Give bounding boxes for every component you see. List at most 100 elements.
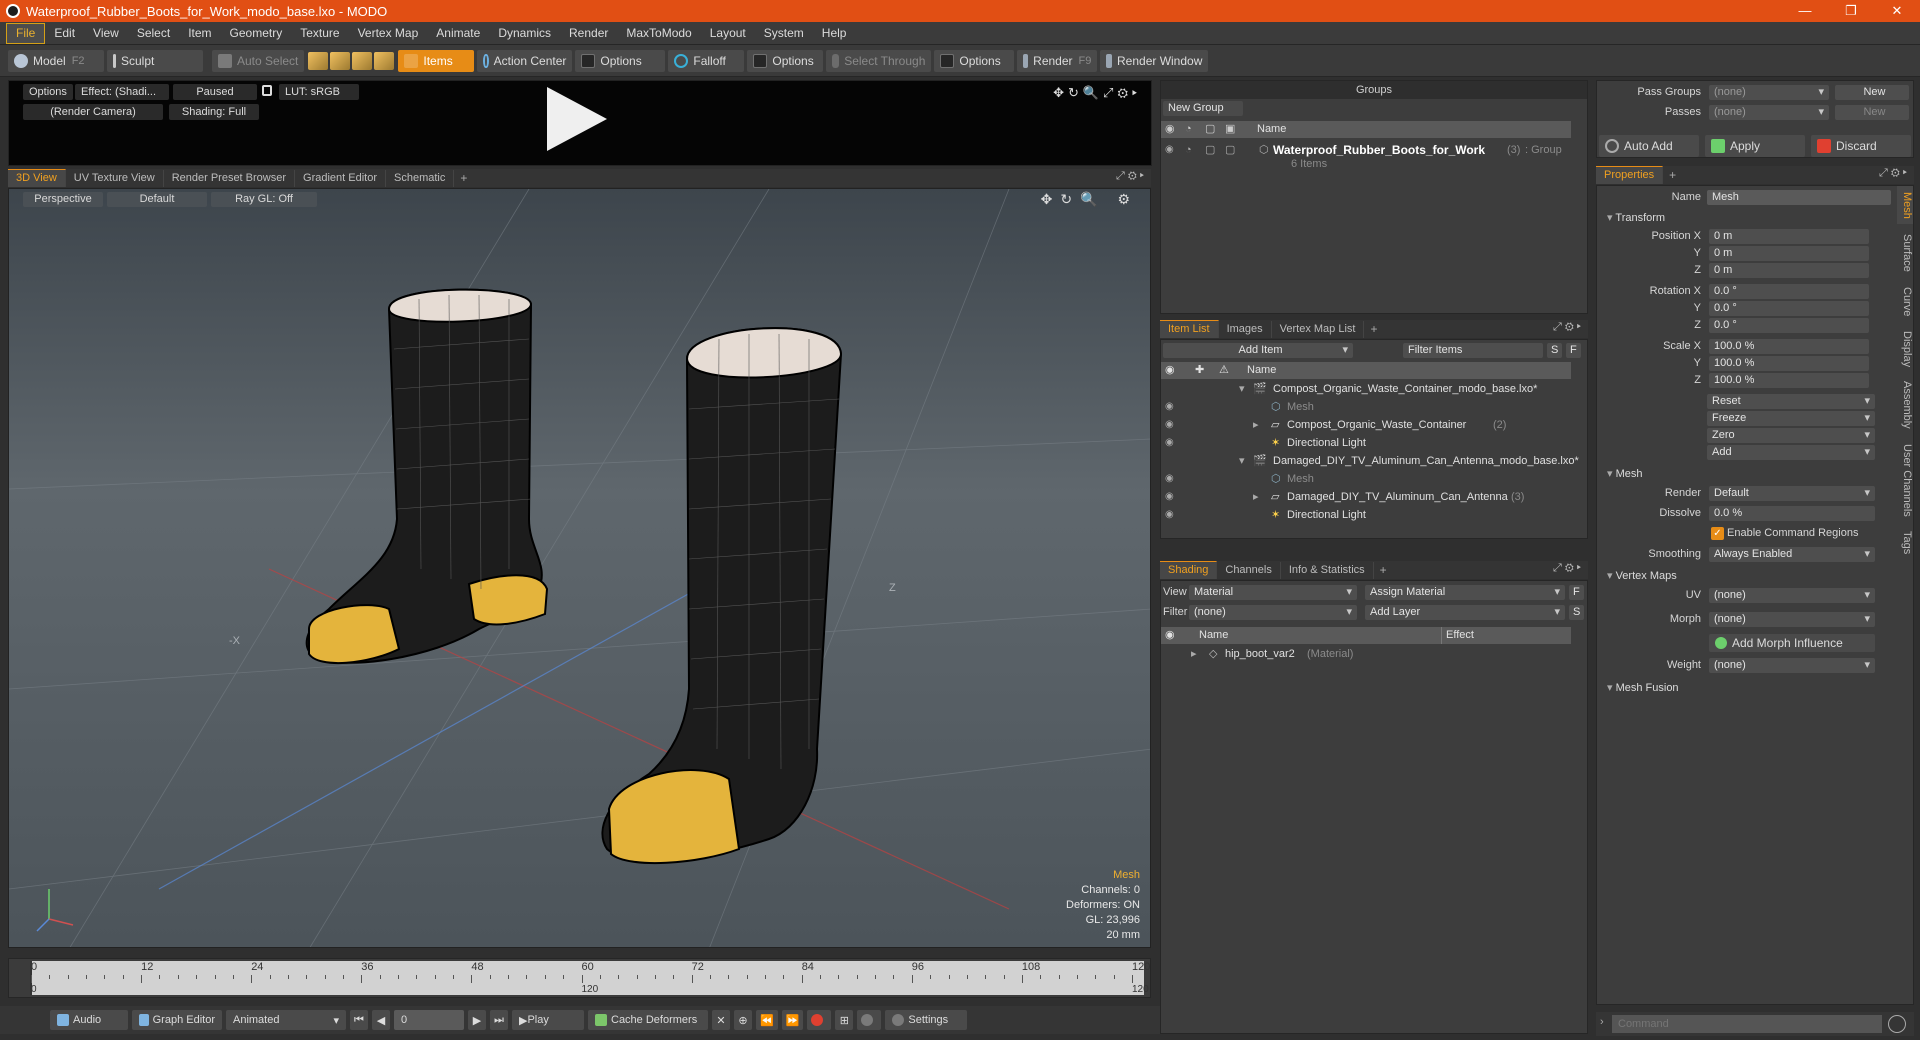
menu-file[interactable]: File xyxy=(6,22,46,44)
menu-item[interactable]: Item xyxy=(179,22,220,45)
tab-render-preset-browser[interactable]: Render Preset Browser xyxy=(164,170,296,187)
rotation-x-input[interactable]: 0.0 ° xyxy=(1709,284,1869,299)
auto-key-icon[interactable]: ⊕ xyxy=(734,1010,752,1030)
side-tab-tags[interactable]: Tags xyxy=(1897,526,1913,560)
shading-default-dropdown[interactable]: Default xyxy=(107,192,207,207)
panel-options-icons[interactable]: ⤢⚙▸ xyxy=(1553,321,1584,334)
cache-deformers-button[interactable]: Cache Deformers xyxy=(588,1010,708,1030)
vertices-mode-icon[interactable] xyxy=(308,51,329,70)
discard-button[interactable]: Discard xyxy=(1811,135,1911,157)
select-through-button[interactable]: Select Through xyxy=(826,49,932,72)
settings-button[interactable]: Settings xyxy=(885,1010,968,1030)
command-expand-icon[interactable]: › xyxy=(1600,1016,1604,1028)
graph-editor-button[interactable]: Graph Editor xyxy=(132,1010,222,1030)
panel-options-icons[interactable]: ⤢⚙▸ xyxy=(1553,562,1584,575)
menu-view[interactable]: View xyxy=(84,22,128,45)
apply-button[interactable]: Apply xyxy=(1705,135,1805,157)
add-dropdown[interactable]: Add xyxy=(1707,445,1875,460)
assign-material-dropdown[interactable]: Assign Material xyxy=(1365,585,1565,600)
tab-shading[interactable]: Shading xyxy=(1160,561,1218,579)
3d-viewport[interactable]: -X Z Perspective Default Ray GL: Off ✥↻🔍… xyxy=(8,188,1151,948)
side-tab-user-channels[interactable]: User Channels xyxy=(1897,438,1913,522)
lock-icon[interactable]: ▢ xyxy=(1205,141,1215,159)
materials-mode-icon[interactable] xyxy=(374,51,395,70)
auto-select-button[interactable]: Auto Select xyxy=(212,49,305,72)
lock-icon[interactable] xyxy=(262,85,272,96)
list-item[interactable]: ◉ ⬡ Mesh xyxy=(1161,398,1587,416)
view-dropdown[interactable]: Material xyxy=(1189,585,1357,600)
visibility-eye-icon[interactable]: ◉ xyxy=(1165,398,1174,416)
falloff-options-button[interactable]: Options xyxy=(747,49,824,72)
menu-geometry[interactable]: Geometry xyxy=(221,22,292,45)
preview-nav-icons[interactable]: ✥↻🔍⤢⚙▸ xyxy=(1053,85,1141,101)
render-window-button[interactable]: Render Window xyxy=(1100,49,1209,72)
reset-dropdown[interactable]: Reset xyxy=(1707,394,1875,409)
next-frame-icon[interactable]: ▶ xyxy=(468,1010,486,1030)
visibility-icon[interactable]: ◉ xyxy=(1165,121,1175,138)
next-key-icon[interactable]: ⏩ xyxy=(781,1010,804,1030)
tab-properties[interactable]: Properties xyxy=(1596,166,1664,184)
visibility-icon[interactable]: ◉ xyxy=(1165,627,1175,644)
dissolve-input[interactable]: 0.0 % xyxy=(1709,506,1875,521)
action-center-options-button[interactable]: Options xyxy=(575,49,666,72)
smoothing-dropdown[interactable]: Always Enabled xyxy=(1709,547,1875,562)
settings-gear-icon[interactable] xyxy=(857,1010,882,1030)
mesh-section[interactable]: Mesh xyxy=(1607,466,1643,482)
tab-images[interactable]: Images xyxy=(1219,321,1272,338)
material-row[interactable]: ▸ ◇ hip_boot_var2 (Material) xyxy=(1161,645,1587,663)
record-icon[interactable] xyxy=(807,1010,832,1030)
visibility-eye-icon[interactable]: ◉ xyxy=(1165,470,1174,488)
add-layer-dropdown[interactable]: Add Layer xyxy=(1365,605,1565,620)
name-input[interactable]: Mesh xyxy=(1707,190,1891,205)
tab-item-list[interactable]: Item List xyxy=(1160,320,1219,338)
list-item[interactable]: ▾ 🎬 Damaged_DIY_TV_Aluminum_Can_Antenna_mo… xyxy=(1161,452,1587,470)
menu-select[interactable]: Select xyxy=(128,22,179,45)
passes-dropdown[interactable]: (none) xyxy=(1709,105,1829,120)
position-y-input[interactable]: 0 m xyxy=(1709,246,1869,261)
new-pass-group-button[interactable]: New xyxy=(1835,85,1909,100)
preview-shading-dropdown[interactable]: Shading: Full xyxy=(169,104,259,120)
model-mode-button[interactable]: Model F2 xyxy=(8,49,104,72)
list-item[interactable]: ◉ ▸ ▱ Compost_Organic_Waste_Container (2) xyxy=(1161,416,1587,434)
expand-icon[interactable]: ▾ xyxy=(1239,380,1245,398)
side-tab-surface[interactable]: Surface xyxy=(1897,228,1913,278)
new-pass-button[interactable]: New xyxy=(1835,105,1909,120)
visibility-eye-icon[interactable]: ◉ xyxy=(1165,141,1174,159)
preview-options-button[interactable]: Options xyxy=(23,84,73,100)
visibility-eye-icon[interactable]: ◉ xyxy=(1165,416,1174,434)
perspective-dropdown[interactable]: Perspective xyxy=(23,192,103,207)
menu-vertex-map[interactable]: Vertex Map xyxy=(349,22,428,45)
last-frame-icon[interactable]: ⏭ xyxy=(490,1010,508,1030)
select-through-options-button[interactable]: Options xyxy=(934,49,1015,72)
timeline-ruler[interactable]: 0 12 24 36 48 60 72 84 96 108 120 0 120 120 xyxy=(30,961,1150,995)
tab-3d-view[interactable]: 3D View xyxy=(8,169,66,187)
render-button[interactable]: Render F9 xyxy=(1017,49,1098,72)
morph-dropdown[interactable]: (none) xyxy=(1709,612,1875,627)
filter-items-input[interactable]: Filter Items xyxy=(1403,343,1543,358)
menu-layout[interactable]: Layout xyxy=(701,22,755,45)
shading-s-button[interactable]: S xyxy=(1569,605,1584,620)
list-item[interactable]: ◉ ⬡ Mesh xyxy=(1161,470,1587,488)
add-tab-icon[interactable]: + xyxy=(1663,167,1682,184)
auto-add-button[interactable]: Auto Add xyxy=(1599,135,1699,157)
select-icon[interactable]: ▢ xyxy=(1225,141,1235,159)
minimize-button[interactable]: — xyxy=(1782,0,1828,22)
side-tab-curve[interactable]: Curve xyxy=(1897,282,1913,322)
expand-icon[interactable]: ▸ xyxy=(1191,645,1197,663)
tab-schematic[interactable]: Schematic xyxy=(386,170,455,187)
scale-y-input[interactable]: 100.0 % xyxy=(1709,356,1869,371)
tab-info-statistics[interactable]: Info & Statistics xyxy=(1281,562,1374,579)
first-frame-icon[interactable]: ⏮ xyxy=(350,1010,368,1030)
audio-button[interactable]: Audio xyxy=(50,1010,128,1030)
prev-frame-icon[interactable]: ◀ xyxy=(372,1010,390,1030)
itemlist-f-button[interactable]: F xyxy=(1566,343,1581,358)
play-icon[interactable] xyxy=(547,87,607,151)
menu-edit[interactable]: Edit xyxy=(45,22,84,45)
maximize-button[interactable]: ❐ xyxy=(1828,0,1874,22)
list-item[interactable]: ▾ 🎬 Compost_Organic_Waste_Container_modo_b… xyxy=(1161,380,1587,398)
pass-groups-dropdown[interactable]: (none) xyxy=(1709,85,1829,100)
render-dropdown[interactable]: Default xyxy=(1709,486,1875,501)
render-icon[interactable]: ◔ xyxy=(1185,141,1192,159)
tab-vertex-map-list[interactable]: Vertex Map List xyxy=(1272,321,1365,338)
add-item-dropdown[interactable]: Add Item xyxy=(1163,343,1353,358)
